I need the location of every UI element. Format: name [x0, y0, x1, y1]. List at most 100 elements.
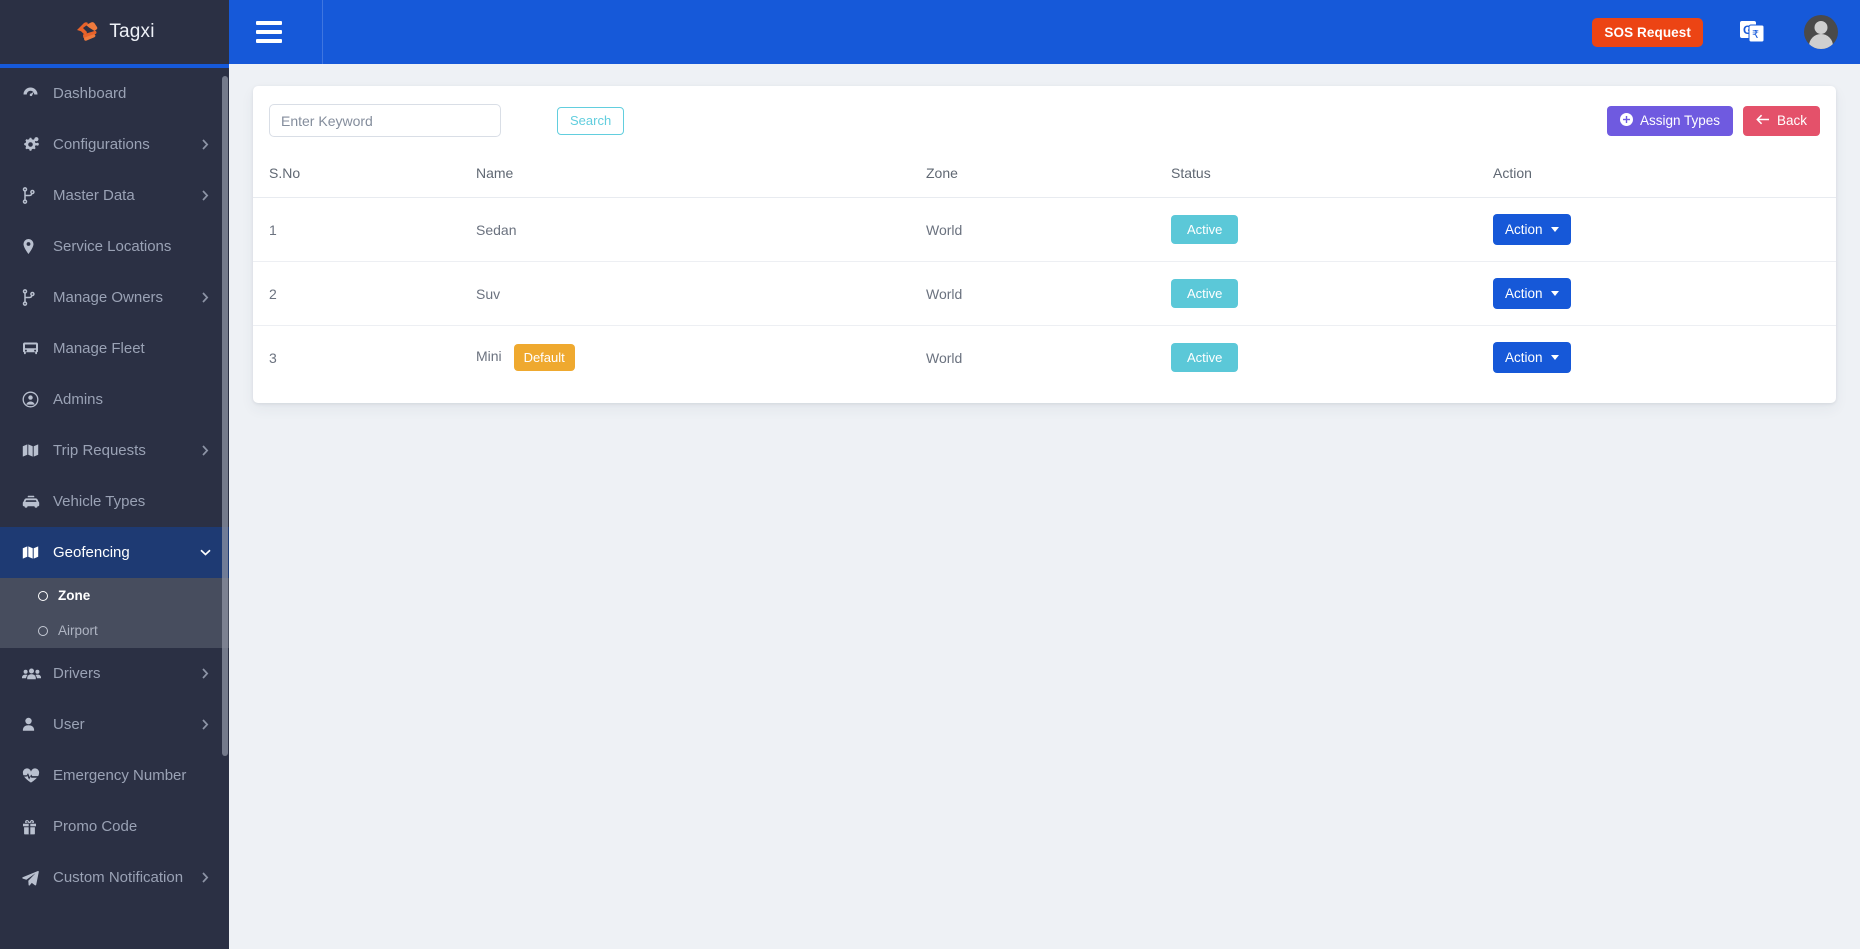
assign-types-button[interactable]: Assign Types — [1607, 106, 1733, 136]
column-header-status: Status — [1155, 151, 1477, 198]
sitemap-icon — [22, 289, 48, 306]
map-folded-icon — [22, 443, 48, 458]
sidebar-item-dashboard[interactable]: Dashboard — [0, 68, 229, 119]
circle-icon — [38, 591, 58, 601]
chevron-down-icon — [199, 549, 211, 556]
sidebar-item-master-data[interactable]: Master Data — [0, 170, 229, 221]
sidebar-item-drivers[interactable]: Drivers — [0, 648, 229, 699]
assign-types-label: Assign Types — [1640, 113, 1720, 128]
sidebar-item-label: Promo Code — [48, 818, 199, 835]
sidebar-item-manage-owners[interactable]: Manage Owners — [0, 272, 229, 323]
map-pin-icon — [22, 238, 48, 255]
arrow-left-icon — [1756, 113, 1770, 128]
name-text: Sedan — [476, 222, 516, 238]
cell-sno: 2 — [253, 262, 460, 326]
sidebar-item-label: Configurations — [48, 136, 199, 153]
status-badge: Active — [1171, 279, 1238, 308]
sidebar-item-user[interactable]: User — [0, 699, 229, 750]
geofencing-submenu: Zone Airport — [0, 578, 229, 648]
google-translate-icon[interactable]: G ₹ — [1739, 20, 1766, 45]
caret-down-icon — [1551, 355, 1559, 360]
column-header-name: Name — [460, 151, 910, 198]
sidebar-item-emergency-number[interactable]: Emergency Number — [0, 750, 229, 801]
card-toolbar: Search Assign Types Back — [253, 86, 1836, 151]
sidebar-scrollbar[interactable] — [222, 76, 228, 756]
sidebar-item-promo-code[interactable]: Promo Code — [0, 801, 229, 852]
sidebar-item-custom-notification[interactable]: Custom Notification — [0, 852, 229, 903]
main-area: SOS Request G ₹ Search As — [229, 0, 1860, 949]
sidebar-subitem-airport[interactable]: Airport — [0, 613, 229, 648]
sidebar-item-label: Geofencing — [48, 544, 199, 561]
sidebar-scroll: Dashboard Configurations Master Data — [0, 68, 229, 949]
table-row: 1 Sedan World Active Action — [253, 198, 1836, 262]
user-icon — [22, 717, 48, 732]
sidebar-item-label: Trip Requests — [48, 442, 199, 459]
sidebar-item-label: Emergency Number — [48, 767, 199, 784]
sidebar: Tagxi Dashboard Configurations Master Da… — [0, 0, 229, 949]
gift-icon — [22, 819, 48, 835]
action-label: Action — [1505, 286, 1543, 301]
table-header-row: S.No Name Zone Status Action — [253, 151, 1836, 198]
taxi-icon — [22, 495, 48, 509]
default-badge: Default — [514, 344, 575, 371]
action-dropdown-button[interactable]: Action — [1493, 214, 1571, 245]
sidebar-item-configurations[interactable]: Configurations — [0, 119, 229, 170]
action-label: Action — [1505, 350, 1543, 365]
cell-action: Action — [1477, 326, 1836, 390]
cell-sno: 1 — [253, 198, 460, 262]
sidebar-item-label: Master Data — [48, 187, 199, 204]
chevron-right-icon — [199, 445, 211, 456]
cell-status: Active — [1155, 198, 1477, 262]
action-label: Action — [1505, 222, 1543, 237]
cell-action: Action — [1477, 262, 1836, 326]
back-button[interactable]: Back — [1743, 106, 1820, 136]
status-badge: Active — [1171, 215, 1238, 244]
sidebar-item-label: Dashboard — [48, 85, 199, 102]
sidebar-item-label: Manage Owners — [48, 289, 199, 306]
table-head: S.No Name Zone Status Action — [253, 151, 1836, 198]
search-button[interactable]: Search — [557, 107, 624, 135]
user-avatar-icon[interactable] — [1804, 15, 1838, 49]
chevron-right-icon — [199, 872, 211, 883]
caret-down-icon — [1551, 227, 1559, 232]
column-header-zone: Zone — [910, 151, 1155, 198]
cell-status: Active — [1155, 326, 1477, 390]
sidebar-item-manage-fleet[interactable]: Manage Fleet — [0, 323, 229, 374]
bus-icon — [22, 341, 48, 356]
cell-sno: 3 — [253, 326, 460, 390]
sidebar-subitem-zone[interactable]: Zone — [0, 578, 229, 613]
heart-pulse-icon — [22, 768, 48, 784]
brand[interactable]: Tagxi — [0, 0, 229, 64]
table-row: 3 Mini Default World Active Action — [253, 326, 1836, 390]
handshake-icon — [74, 19, 100, 45]
sidebar-item-admins[interactable]: Admins — [0, 374, 229, 425]
cell-name: Sedan — [460, 198, 910, 262]
topbar-divider — [322, 0, 323, 64]
chevron-right-icon — [199, 292, 211, 303]
sidebar-subitem-label: Airport — [58, 623, 98, 638]
chevron-right-icon — [199, 139, 211, 150]
name-text: Mini — [476, 348, 502, 364]
content-area: Search Assign Types Back — [229, 64, 1860, 949]
search-input[interactable] — [269, 104, 501, 137]
action-dropdown-button[interactable]: Action — [1493, 342, 1571, 373]
svg-text:₹: ₹ — [1752, 29, 1759, 41]
hamburger-icon[interactable] — [256, 21, 282, 43]
sidebar-item-label: Custom Notification — [48, 869, 199, 886]
table-row: 2 Suv World Active Action — [253, 262, 1836, 326]
sidebar-item-label: Service Locations — [48, 238, 199, 255]
cell-zone: World — [910, 326, 1155, 390]
sidebar-item-label: User — [48, 716, 199, 733]
chevron-right-icon — [199, 668, 211, 679]
column-header-sno: S.No — [253, 151, 460, 198]
sidebar-item-geofencing[interactable]: Geofencing — [0, 527, 229, 578]
sidebar-item-vehicle-types[interactable]: Vehicle Types — [0, 476, 229, 527]
action-dropdown-button[interactable]: Action — [1493, 278, 1571, 309]
cell-zone: World — [910, 198, 1155, 262]
sidebar-item-trip-requests[interactable]: Trip Requests — [0, 425, 229, 476]
map-folded-icon — [22, 545, 48, 560]
sidebar-item-service-locations[interactable]: Service Locations — [0, 221, 229, 272]
back-label: Back — [1777, 113, 1807, 128]
column-header-action: Action — [1477, 151, 1836, 198]
sos-request-button[interactable]: SOS Request — [1592, 18, 1703, 47]
